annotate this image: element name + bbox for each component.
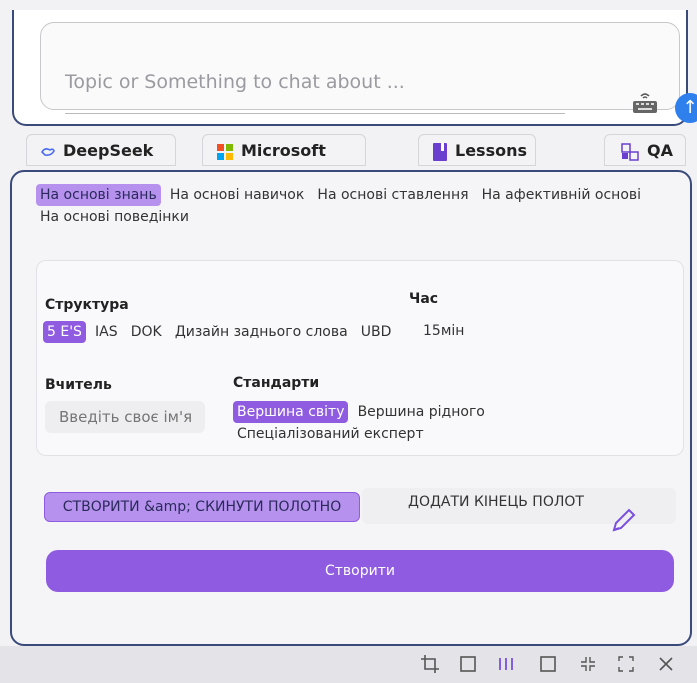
tab-microsoft-bing[interactable]: Microsoft Bing: [202, 134, 366, 192]
pencil-icon[interactable]: [608, 506, 638, 536]
chat-input-underline: [65, 113, 565, 114]
time-label: Час: [409, 291, 439, 307]
structure-option-5es[interactable]: 5 E'S: [43, 321, 86, 343]
deepseek-icon: [41, 147, 55, 156]
standards-options: Вершина світу Вершина рідного Спеціалізо…: [233, 401, 493, 445]
columns-icon[interactable]: [496, 654, 516, 674]
collapse-icon[interactable]: [578, 654, 598, 674]
structure-options: 5 E'S IAS DOK Дизайн заднього слова UBD: [43, 321, 395, 343]
chat-container: Topic or Something to chat about ... ↑: [12, 10, 697, 126]
option-knowledge-based[interactable]: На основі знань: [36, 184, 161, 206]
lesson-settings-card: Структура 5 E'S IAS DOK Дизайн заднього …: [36, 260, 684, 456]
option-skill-based[interactable]: На основі навичок: [166, 184, 309, 206]
app-frame: Topic or Something to chat about ... ↑ D…: [0, 0, 697, 683]
teacher-name-input[interactable]: [45, 401, 205, 433]
tab-label: Lessons: [455, 141, 527, 160]
structure-option-ias[interactable]: IAS: [91, 321, 122, 343]
lesson-panel: На основі знань На основі навичок На осн…: [10, 170, 692, 646]
book-icon: [433, 142, 447, 161]
chat-input-placeholder[interactable]: Topic or Something to chat about ...: [65, 71, 405, 93]
structure-label: Структура: [45, 297, 129, 313]
knowledge-type-options: На основі знань На основі навичок На осн…: [36, 184, 676, 244]
option-attitude-based[interactable]: На основі ставлення: [313, 184, 472, 206]
create-button[interactable]: Створити: [46, 550, 674, 592]
send-button[interactable]: ↑: [675, 93, 697, 123]
bottom-toolbar: [0, 646, 697, 683]
option-behavior-based[interactable]: На основі поведінки: [36, 206, 193, 228]
tab-deepseek[interactable]: DeepSeek: [26, 134, 176, 166]
microsoft-logo-icon: [217, 143, 233, 160]
tab-lessons[interactable]: Lessons: [418, 134, 536, 166]
close-icon[interactable]: [656, 654, 676, 674]
window-icon[interactable]: [538, 654, 558, 674]
qa-icon: [621, 142, 639, 161]
crop-icon[interactable]: [420, 654, 440, 674]
standard-option-specialized-expert[interactable]: Спеціалізований експерт: [233, 423, 428, 445]
option-affective-based[interactable]: На афективній основі: [478, 184, 645, 206]
standards-label: Стандарти: [233, 375, 320, 391]
structure-option-dok[interactable]: DOK: [127, 321, 166, 343]
expand-icon[interactable]: [616, 654, 636, 674]
provider-tabs: DeepSeek Microsoft Bing Lessons QA: [26, 134, 686, 192]
time-value[interactable]: 15мін: [423, 323, 464, 339]
structure-option-ubd[interactable]: UBD: [357, 321, 396, 343]
standard-option-top-of-native[interactable]: Вершина рідного: [354, 401, 489, 423]
standard-option-top-of-world[interactable]: Вершина світу: [233, 401, 349, 423]
create-and-reset-canvas-button[interactable]: СТВОРИТИ &amp; СКИНУТИ ПОЛОТНО: [44, 492, 360, 522]
tab-label: QA: [647, 141, 673, 160]
teacher-label: Вчитель: [45, 377, 112, 393]
square-icon[interactable]: [458, 654, 478, 674]
tab-label: DeepSeek: [63, 141, 154, 160]
keyboard-icon[interactable]: [631, 93, 659, 115]
chat-input-box[interactable]: Topic or Something to chat about ... ↑: [40, 22, 697, 123]
structure-option-backward-design[interactable]: Дизайн заднього слова: [171, 321, 352, 343]
arrow-up-icon: ↑: [682, 97, 697, 118]
tab-qa[interactable]: QA: [604, 134, 686, 166]
